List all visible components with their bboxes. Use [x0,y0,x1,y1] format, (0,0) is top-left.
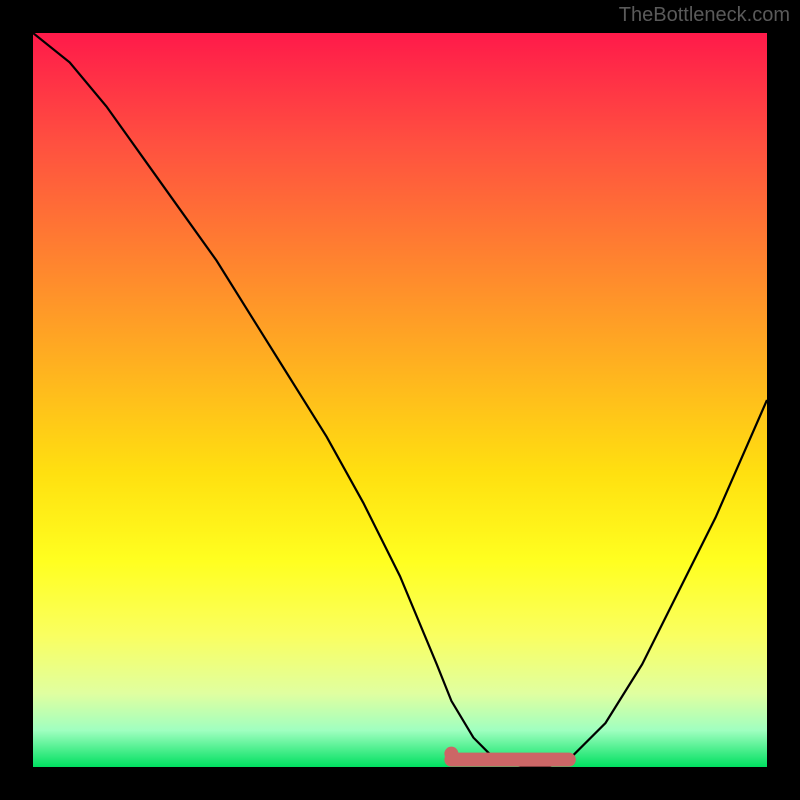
watermark-text: TheBottleneck.com [619,4,790,27]
bottleneck-curve-path [33,33,767,767]
optimal-range-start-dot [444,747,458,761]
bottleneck-chart [33,33,767,767]
